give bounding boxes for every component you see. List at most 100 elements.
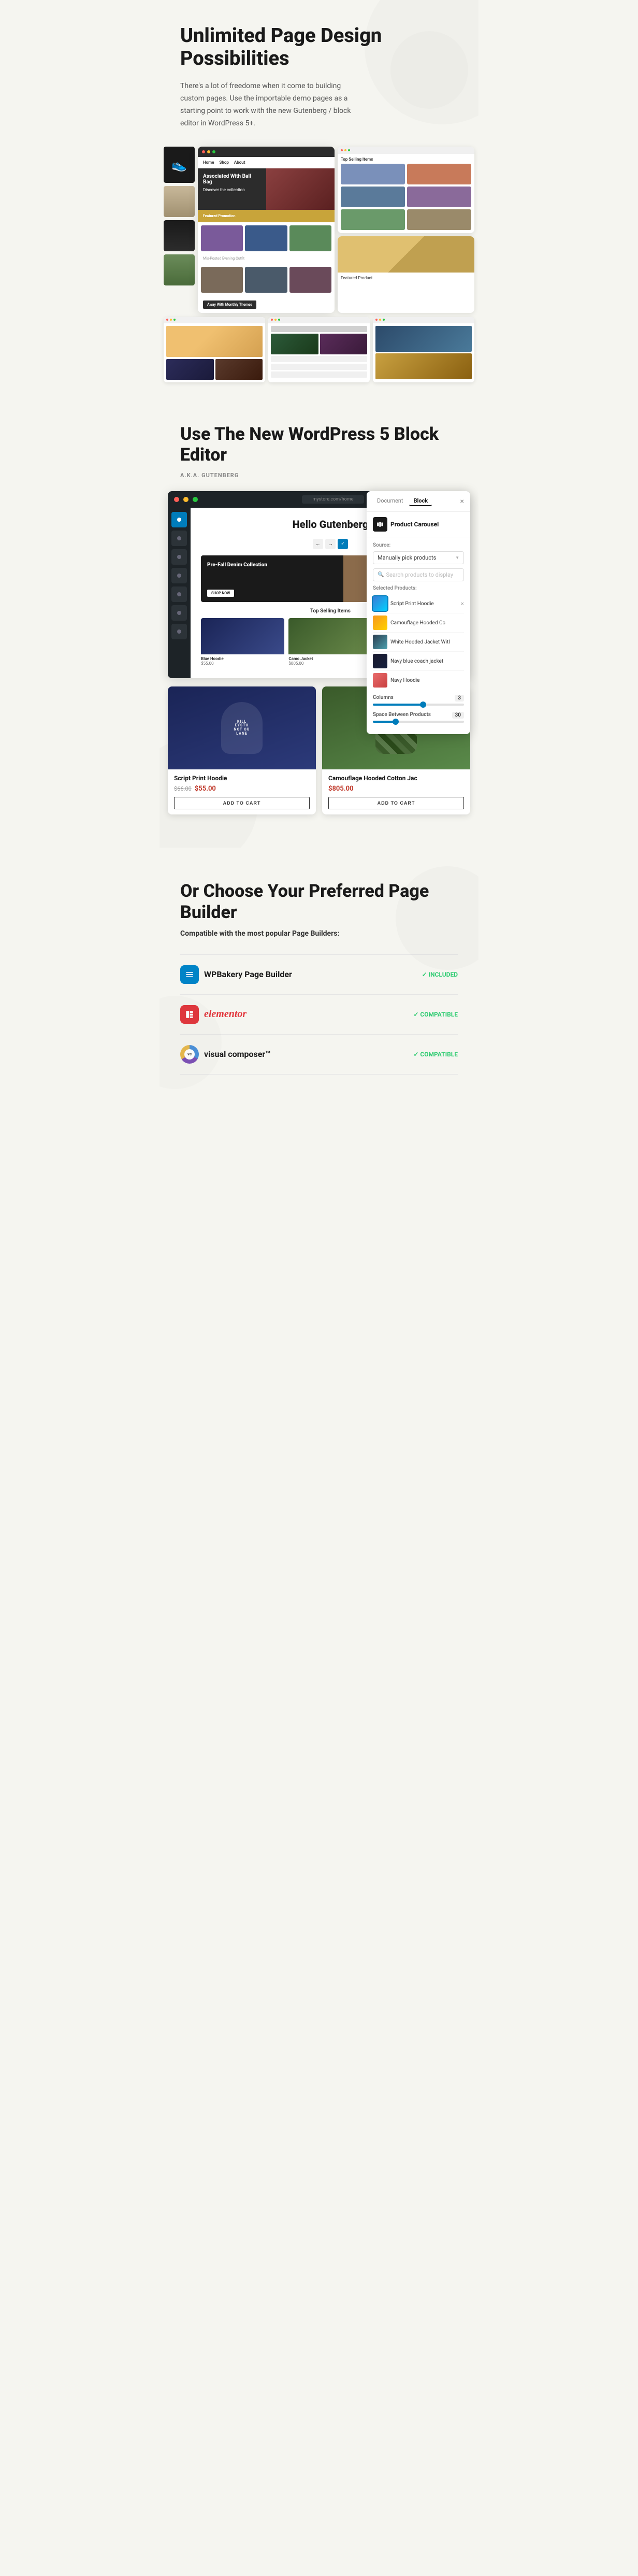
product-tile-4 [201,267,243,293]
screen-bar-1 [164,317,265,323]
sidebar-icon-pages [177,536,181,540]
center-demo-screen: Home Shop About Associated With Ball Bag… [198,147,335,313]
product-listing-screen [268,317,370,382]
page-builder-section: Or Choose Your Preferred Page Builder Co… [160,856,479,1099]
list-row-3 [271,371,367,378]
sidebar-item-pages[interactable] [171,531,187,546]
tab-document[interactable]: Document [373,496,407,506]
block-settings-panel: Document Block × Product Carousel Source… [367,491,470,734]
hoodie-text-1: KILLEYSTONOT OULANE [234,720,250,736]
product-half-2 [215,359,263,380]
featured-bar: Featured Promotion [198,210,335,222]
hoodie-shape-1: KILLEYSTONOT OULANE [221,702,263,754]
columns-slider[interactable] [373,704,464,706]
product-pair-2 [271,334,367,354]
sidebar-item-dashboard[interactable] [171,512,187,527]
lookbook-screen [373,317,474,382]
sidebar-item-appearance[interactable] [171,605,187,621]
shoe-image: 👟 [164,147,195,183]
product-image-2 [288,618,372,654]
panel-header: Document Block × [367,491,470,512]
product-remove-btn-0[interactable]: × [461,600,464,607]
columns-slider-thumb[interactable] [420,702,426,708]
columns-control: Columns 3 Space Between Products 30 [367,695,470,734]
toolbar-btn-save[interactable]: ✓ [338,539,348,549]
space-value: 30 [452,712,464,719]
aka-label: A.K.A. GUTENBERG [180,472,458,479]
garment-1 [164,186,195,217]
product-2-add-to-cart[interactable]: ADD TO CART [328,797,464,809]
product-1-add-to-cart[interactable]: ADD TO CART [174,797,310,809]
shop-screen-content: Top Selling Items [338,154,474,233]
wpbakery-logo: WPBakery Page Builder [180,965,292,984]
block-type-indicator: Product Carousel [367,512,470,537]
product-info-1: Blue Hoodie $55.00 [201,654,284,668]
product-1-name: Script Print Hoodie [174,775,310,782]
block-editor-title: Use The New WordPress 5 Block Editor [180,424,458,466]
wpbakery-badge: INCLUDED [422,971,458,978]
dropdown-chevron-icon: ▼ [455,555,459,560]
product-price-2: $805.00 [288,661,372,666]
dot-g3 [383,319,385,321]
feature-banner-image [338,236,474,273]
sidebar-icon-appearance [177,611,181,615]
product-grid-item-3 [341,187,405,207]
hero-right [266,168,335,210]
product-list-item-1: Camouflage Hooded Cc [373,613,464,633]
carousel-product-1: KILLEYSTONOT OULANE Script Print Hoodie … [168,686,316,814]
toolbar-btn-2[interactable]: → [325,539,336,549]
block-type-icon [373,517,387,532]
product-thumb-0 [373,596,387,611]
dot-y2 [274,319,277,321]
close-dot [202,150,205,153]
columns-label-row: Columns 3 [373,695,464,702]
source-dropdown[interactable]: Manually pick products ▼ [373,551,464,564]
product-search-field[interactable]: 🔍 Search products to display [373,568,464,581]
product-grid-item-5 [341,209,405,230]
space-label-row: Space Between Products 30 [373,712,464,719]
sidebar-item-comments[interactable] [171,586,187,602]
tab-block[interactable]: Block [409,496,432,506]
product-pair [166,359,263,380]
product-half-1 [166,359,214,380]
close-panel-button[interactable]: × [460,497,464,506]
right-demo-screens: Top Selling Items Fea [338,147,474,313]
product-list-item-4: Navy Hoodie [373,671,464,690]
builder-item-elementor: elementor COMPATIBLE [180,995,458,1035]
product-tile-1 [201,225,243,251]
product-2-name: Camouflage Hooded Cotton Jac [328,775,464,782]
sidebar-icon-posts [177,555,181,559]
wpbakery-name: WPBakery Page Builder [204,969,292,979]
nav-about: About [234,160,245,165]
screen-content-1 [164,323,265,382]
product-tile-6 [289,267,331,293]
sidebar-item-settings[interactable] [171,624,187,639]
product-name-list-4: Navy Hoodie [390,678,464,683]
product-name-2: Camo Jacket [288,656,372,661]
bottom-feature-screen: Featured Product [338,236,474,313]
top-selling-label: Top Selling Items [341,157,471,162]
product-name-1: Blue Hoodie [201,656,284,661]
product-name-list-1: Camouflage Hooded Cc [390,620,464,626]
search-placeholder: Search products to display [386,571,453,578]
sidebar-item-media[interactable] [171,568,187,583]
vc-logo: vc visual composer™ [180,1045,270,1064]
window-titlebar [198,147,335,157]
space-slider[interactable] [373,721,464,723]
screen-bar-3 [373,317,474,323]
product-tile-3 [289,225,331,251]
product-item-2: Camo Jacket $805.00 [288,618,372,668]
shoe-item: 👟 [164,147,195,183]
product-grid-item-4 [407,187,471,207]
toolbar-btn-1[interactable]: ← [313,539,323,549]
product-price-1: $55.00 [201,661,284,666]
screen-content-3 [373,323,474,382]
space-slider-thumb[interactable] [393,719,399,725]
footer-nav: Mis-Posted Evening Outfit [198,254,335,264]
product-info-2: Camo Jacket $805.00 [288,654,372,668]
search-icon: 🔍 [378,572,384,578]
hero-banner-cta[interactable]: SHOP NOW [207,590,234,597]
dot-g2 [278,319,280,321]
garment-image-1 [164,186,195,217]
sidebar-item-posts[interactable] [171,549,187,565]
